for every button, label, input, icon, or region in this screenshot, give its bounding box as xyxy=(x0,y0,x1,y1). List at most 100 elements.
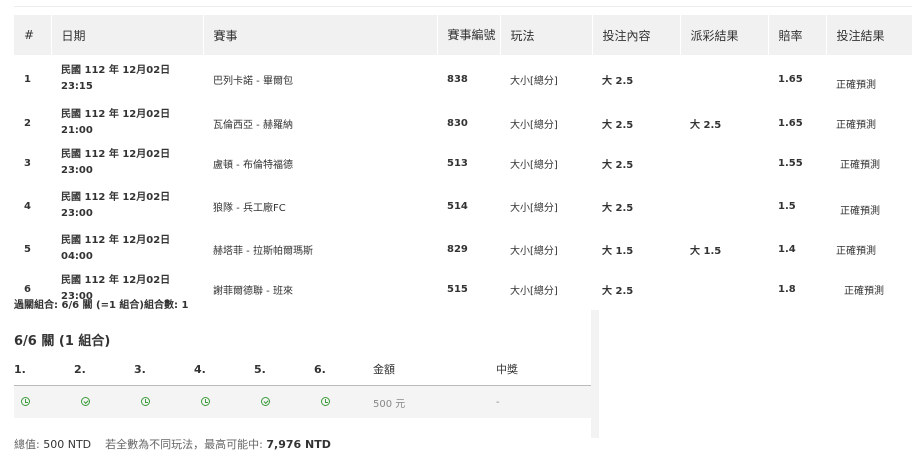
row-match: 瓦倫西亞 - 赫羅納 xyxy=(213,119,293,131)
row-index: 2 xyxy=(24,117,31,129)
row-bet: 大 2.5 xyxy=(602,119,634,131)
row-match: 狼隊 - 兵工廠FC xyxy=(213,202,286,214)
row-date: 民國 112 年 12月02日 23:00 xyxy=(51,183,203,229)
combo-table: 1. 2. 3. 4. 5. 6. 金額 中獎 500 元 - xyxy=(14,353,591,418)
footer-totals: 總值: 500 NTD 若全數為不同玩法，最高可能中: 7,976 NTD xyxy=(14,436,331,452)
row-date-time: 23:00 xyxy=(61,208,93,219)
row-date-day: 民國 112 年 12月02日 xyxy=(61,65,171,76)
combo-leg-5 xyxy=(254,385,314,418)
col-header-date: 日期 xyxy=(51,15,204,55)
row-bet: 大 2.5 xyxy=(602,159,634,171)
row-play: 大小[總分] xyxy=(510,245,558,257)
row-code: 829 xyxy=(447,243,468,255)
max-win-note: 若全數為不同玩法，最高可能中: xyxy=(105,438,263,451)
combo-amount: 500 元 xyxy=(373,385,496,418)
combo-prize: - xyxy=(496,385,591,418)
row-result: 正確預測 xyxy=(840,159,880,171)
total-value: 500 NTD xyxy=(43,438,92,451)
row-index: 4 xyxy=(24,200,31,212)
row-play: 大小[總分] xyxy=(510,75,558,87)
row-play: 大小[總分] xyxy=(510,285,558,297)
combo-col-1: 1. xyxy=(14,353,74,386)
col-header-play: 玩法 xyxy=(500,15,593,55)
row-payout: 大 1.5 xyxy=(690,245,722,257)
clock-icon xyxy=(141,397,150,406)
row-code: 838 xyxy=(447,73,468,85)
col-header-result: 投注結果 xyxy=(826,15,912,55)
row-result: 正確預測 xyxy=(840,205,880,217)
combo-col-prize: 中獎 xyxy=(496,353,591,386)
combo-col-6: 6. xyxy=(314,353,373,386)
row-odds: 1.8 xyxy=(778,283,796,295)
combo-title: 6/6 關 (1 組合) xyxy=(14,334,111,349)
row-payout xyxy=(680,55,768,103)
row-match: 盧頓 - 布倫特福德 xyxy=(213,159,293,171)
combo-col-amount: 金額 xyxy=(373,353,496,386)
row-play: 大小[總分] xyxy=(510,202,558,214)
table-header-row: # 日期 賽事 賽事編號 玩法 投注內容 派彩結果 賠率 投注結果 xyxy=(14,15,912,55)
row-index: 3 xyxy=(24,157,31,169)
row-date-day: 民國 112 年 12月02日 xyxy=(61,109,171,120)
table-row: 3 民國 112 年 12月02日 23:00 盧頓 - 布倫特福德 513 大小… xyxy=(14,143,912,183)
combo-col-5: 5. xyxy=(254,353,314,386)
combo-row: 500 元 - xyxy=(14,385,591,418)
combo-col-4: 4. xyxy=(194,353,254,386)
table-row: 4 民國 112 年 12月02日 23:00 狼隊 - 兵工廠FC 514 大小… xyxy=(14,183,912,229)
col-header-code: 賽事編號 xyxy=(437,15,501,55)
row-date-time: 23:15 xyxy=(61,81,93,92)
combo-col-2: 2. xyxy=(74,353,134,386)
table-row: 1 民國 112 年 12月02日 23:15 巴列卡諾 - 畢爾包 838 大小… xyxy=(14,55,912,103)
row-bet: 大 1.5 xyxy=(602,245,634,257)
row-odds: 1.55 xyxy=(778,157,803,169)
combo-col-3: 3. xyxy=(134,353,194,386)
row-date-day: 民國 112 年 12月02日 xyxy=(61,235,171,246)
row-odds: 1.65 xyxy=(778,117,803,129)
row-payout xyxy=(680,143,768,183)
check-icon xyxy=(261,397,270,406)
row-payout xyxy=(680,269,768,309)
row-play: 大小[總分] xyxy=(510,119,558,131)
row-date-time: 04:00 xyxy=(61,251,93,262)
row-code: 830 xyxy=(447,117,468,129)
table-row: 2 民國 112 年 12月02日 21:00 瓦倫西亞 - 赫羅納 830 大小… xyxy=(14,103,912,143)
row-play: 大小[總分] xyxy=(510,159,558,171)
clock-icon xyxy=(201,397,210,406)
check-icon xyxy=(81,397,90,406)
top-divider xyxy=(14,6,912,7)
parlay-summary: 過關組合: 6/6 關 (=1 組合)組合數: 1 xyxy=(14,300,189,311)
col-header-odds: 賠率 xyxy=(768,15,827,55)
row-result: 正確預測 xyxy=(836,119,876,131)
row-index: 1 xyxy=(24,73,31,85)
table-row: 5 民國 112 年 12月02日 04:00 赫塔菲 - 拉斯帕爾瑪斯 829 … xyxy=(14,229,912,269)
row-bet: 大 2.5 xyxy=(602,285,634,297)
row-date-day: 民國 112 年 12月02日 xyxy=(61,192,171,203)
row-date: 民國 112 年 12月02日 04:00 xyxy=(51,229,203,269)
row-match: 謝菲爾德聯 - 班來 xyxy=(213,285,293,297)
row-result: 正確預測 xyxy=(836,79,876,91)
col-header-match: 賽事 xyxy=(203,15,438,55)
row-code: 514 xyxy=(447,200,468,212)
clock-icon xyxy=(321,397,330,406)
row-odds: 1.4 xyxy=(778,243,796,255)
row-odds: 1.65 xyxy=(778,73,803,85)
total-label: 總值: xyxy=(14,438,40,451)
clock-icon xyxy=(21,397,30,406)
combo-leg-2 xyxy=(74,385,134,418)
row-match: 赫塔菲 - 拉斯帕爾瑪斯 xyxy=(213,245,313,257)
row-date-day: 民國 112 年 12月02日 xyxy=(61,149,171,160)
row-odds: 1.5 xyxy=(778,200,796,212)
bets-table: # 日期 賽事 賽事編號 玩法 投注內容 派彩結果 賠率 投注結果 1 民國 1… xyxy=(14,15,912,309)
row-bet: 大 2.5 xyxy=(602,75,634,87)
combo-header-row: 1. 2. 3. 4. 5. 6. 金額 中獎 xyxy=(14,353,591,386)
col-header-payout: 派彩結果 xyxy=(680,15,769,55)
combo-leg-6 xyxy=(314,385,373,418)
row-date-time: 21:00 xyxy=(61,125,93,136)
row-date-time: 23:00 xyxy=(61,165,93,176)
row-payout: 大 2.5 xyxy=(690,119,722,131)
combo-leg-4 xyxy=(194,385,254,418)
row-bet: 大 2.5 xyxy=(602,202,634,214)
section-divider xyxy=(591,310,599,438)
row-code: 515 xyxy=(447,283,468,295)
row-date: 民國 112 年 12月02日 23:00 xyxy=(51,143,203,183)
row-match: 巴列卡諾 - 畢爾包 xyxy=(213,75,293,87)
